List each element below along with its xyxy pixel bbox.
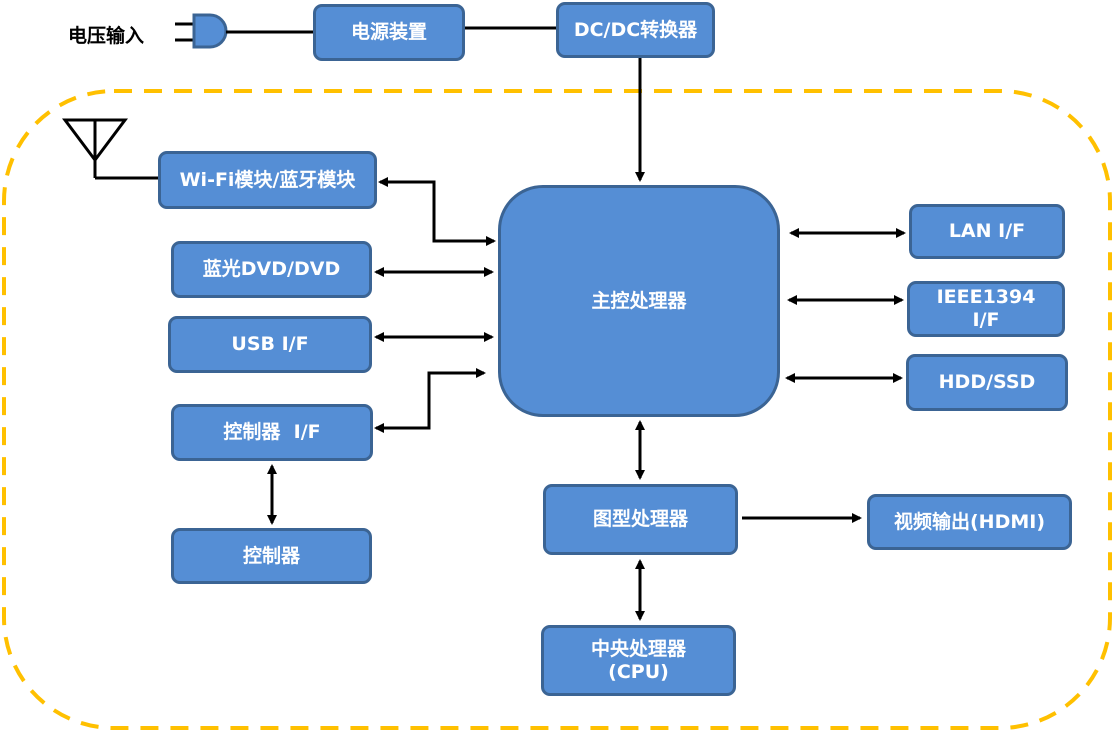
graphics-processor-block: 图型处理器 bbox=[543, 484, 738, 555]
ctrlif-main-arrow bbox=[374, 368, 486, 433]
video-output-hdmi-block: 视频输出(HDMI) bbox=[867, 494, 1072, 550]
block-diagram: 电压输入 电源装置 DC/DC转换器 Wi-Fi模块/蓝牙模块 蓝光DVD/DV… bbox=[0, 0, 1114, 733]
usb-if-block: USB I/F bbox=[168, 316, 372, 373]
power-supply-block: 电源装置 bbox=[313, 4, 465, 61]
lan-if-block: LAN I/F bbox=[909, 204, 1065, 259]
cpu-block: 中央处理器 (CPU) bbox=[541, 625, 736, 696]
controller-block: 控制器 bbox=[171, 528, 372, 584]
dcdc-converter-block: DC/DC转换器 bbox=[556, 2, 715, 58]
wifi-main-arrow bbox=[378, 177, 496, 246]
main-processor-block: 主控处理器 bbox=[498, 185, 780, 417]
antenna-icon bbox=[62, 118, 158, 180]
voltage-input-label: 电压输入 bbox=[68, 25, 145, 47]
wifi-bluetooth-block: Wi-Fi模块/蓝牙模块 bbox=[158, 151, 377, 209]
dvd-block: 蓝光DVD/DVD bbox=[171, 241, 372, 298]
controller-if-block: 控制器 I/F bbox=[171, 404, 373, 461]
hdd-ssd-block: HDD/SSD bbox=[906, 354, 1068, 411]
power-plug-icon bbox=[175, 13, 228, 49]
ieee1394-if-block: IEEE1394 I/F bbox=[907, 281, 1065, 337]
